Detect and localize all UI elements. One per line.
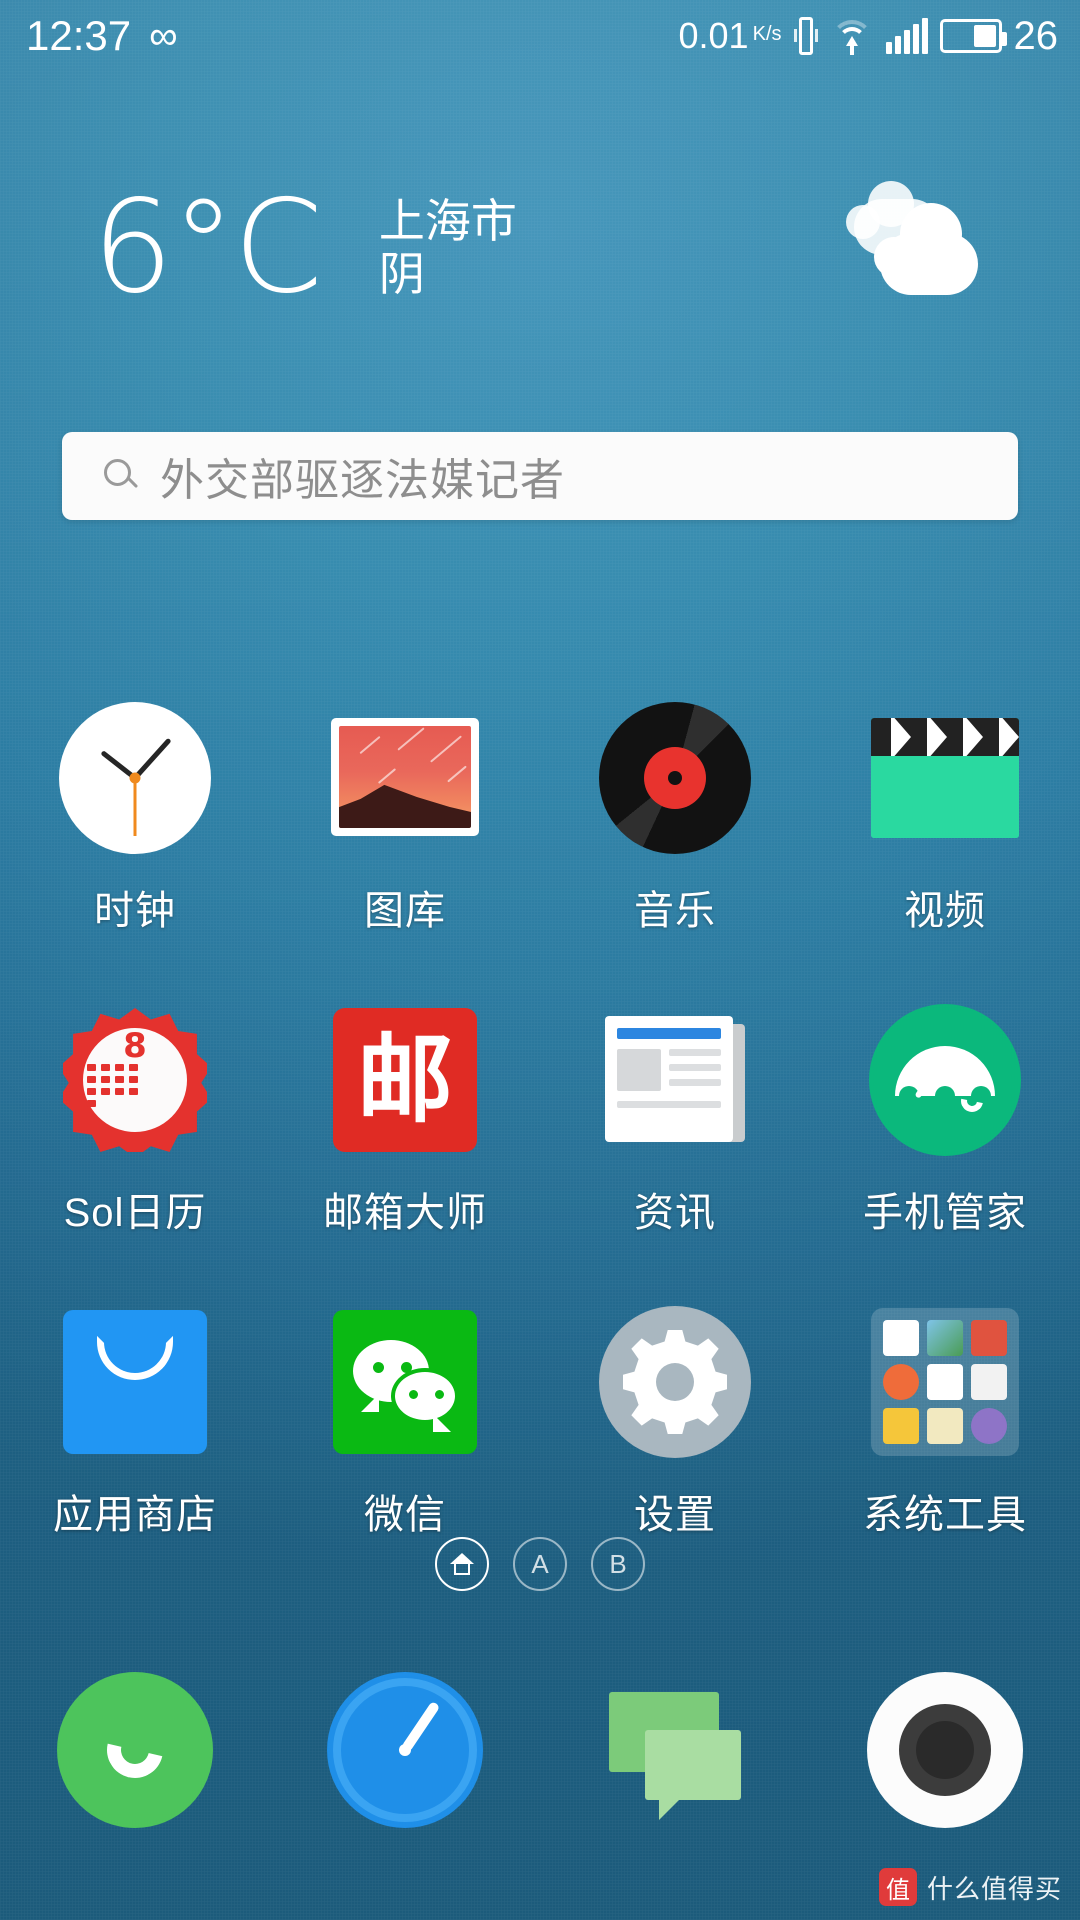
dock-item-camera[interactable] (810, 1672, 1080, 1828)
app-icon-wechat[interactable]: 微信 (270, 1304, 540, 1540)
calendar-badge-number: 8 (123, 1026, 147, 1066)
clock-icon (57, 700, 213, 856)
status-clock: 12:37 (26, 12, 132, 59)
messages-icon (597, 1672, 753, 1828)
search-bar[interactable]: 外交部驱逐法媒记者 (62, 432, 1018, 520)
weather-widget[interactable]: 6°C 上海市 阴 (0, 178, 1080, 318)
gallery-icon (327, 700, 483, 856)
app-label: 时钟 (94, 889, 176, 933)
watermark: 值 什么值得买 (878, 1868, 1062, 1906)
weather-temperature: 6°C (92, 173, 323, 322)
folder-mini-contacts-icon (883, 1364, 919, 1400)
folder-mini-calculator-icon (971, 1364, 1007, 1400)
page-indicator-a[interactable]: A (513, 1537, 567, 1591)
folder-mini-notes-icon (883, 1320, 919, 1356)
app-label: 邮箱大师 (323, 1191, 487, 1235)
app-icon-video[interactable]: 视频 (810, 700, 1080, 936)
folder-icon (867, 1304, 1023, 1460)
status-bar-right: 0.01 K/s 26 (679, 15, 1058, 57)
mail-icon-glyph: 邮 (357, 1023, 453, 1136)
status-bar: 12:37 ∞ 0.01 K/s 26 (0, 0, 1080, 72)
folder-mini-weather-icon (971, 1408, 1007, 1444)
vibrate-icon (793, 17, 818, 55)
network-speed-value: 0.01 (678, 15, 749, 56)
network-speed: 0.01 K/s (679, 15, 782, 57)
app-label: 微信 (364, 1493, 446, 1537)
weather-text: 上海市 阴 (379, 195, 517, 301)
wechat-icon (327, 1304, 483, 1460)
dock-item-phone[interactable] (0, 1672, 270, 1828)
cellular-signal-icon (885, 18, 928, 54)
app-icon-gallery[interactable]: 图库 (270, 700, 540, 936)
app-icon-system-tools-folder[interactable]: 系统工具 (810, 1304, 1080, 1540)
search-input[interactable]: 外交部驱逐法媒记者 (160, 444, 565, 508)
weather-city: 上海市 (378, 195, 517, 248)
status-bar-left: 12:37 ∞ (26, 15, 178, 57)
dock-item-browser[interactable] (270, 1672, 540, 1828)
app-label: 图库 (364, 889, 446, 933)
overcast-clouds-icon (846, 181, 982, 299)
folder-mini-gallery-icon (927, 1320, 963, 1356)
app-label: 资讯 (634, 1191, 716, 1235)
app-label: 手机管家 (863, 1191, 1027, 1235)
app-label: 音乐 (634, 889, 716, 933)
calendar-sunburst-icon: 8 (57, 1002, 213, 1158)
home-icon (450, 1553, 474, 1575)
app-label: 设置 (634, 1493, 716, 1537)
mail-icon: 邮 (327, 1002, 483, 1158)
app-icon-sol-calendar[interactable]: 8 Sol日历 (0, 1002, 270, 1238)
folder-mini-files-icon (883, 1408, 919, 1444)
network-speed-unit-num: K (752, 23, 766, 45)
folder-mini-calendar-icon (927, 1364, 963, 1400)
infinity-icon: ∞ (149, 14, 178, 58)
dock-item-messages[interactable] (540, 1672, 810, 1828)
page-indicator-home[interactable] (435, 1537, 489, 1591)
page-indicator-b[interactable]: B (591, 1537, 645, 1591)
music-vinyl-icon (597, 700, 753, 856)
app-grid: 时钟 图库 音乐 视频 8 Sol日历 邮 邮箱大师 资讯 手机管家 应用商店 … (0, 700, 1080, 1540)
app-icon-news[interactable]: 资讯 (540, 1002, 810, 1238)
folder-mini-toolbox-icon (971, 1320, 1007, 1356)
app-store-bag-icon (57, 1304, 213, 1460)
news-icon (597, 1002, 753, 1158)
phone-icon (57, 1672, 213, 1828)
weather-condition: 阴 (378, 248, 425, 300)
app-label: 应用商店 (53, 1493, 217, 1537)
wifi-icon (830, 18, 874, 55)
video-clapperboard-icon (867, 700, 1023, 856)
camera-icon (867, 1672, 1023, 1828)
app-icon-clock[interactable]: 时钟 (0, 700, 270, 936)
app-label: 视频 (904, 889, 986, 933)
app-label: 系统工具 (863, 1493, 1027, 1537)
watermark-text: 什么值得买 (926, 1873, 1062, 1904)
umbrella-security-icon (867, 1002, 1023, 1158)
network-speed-unit-den: s (771, 23, 782, 45)
watermark-badge: 值 (878, 1868, 917, 1906)
page-indicator: A B (0, 1537, 1080, 1591)
network-speed-unit: K/s (752, 23, 782, 45)
app-icon-music[interactable]: 音乐 (540, 700, 810, 936)
battery-icon (939, 19, 1007, 53)
search-icon (104, 459, 139, 493)
app-icon-security[interactable]: 手机管家 (810, 1002, 1080, 1238)
app-label: Sol日历 (63, 1191, 207, 1235)
app-icon-app-store[interactable]: 应用商店 (0, 1304, 270, 1540)
dock (0, 1672, 1080, 1828)
battery-percent: 26 (1013, 14, 1059, 58)
folder-mini-memo-icon (927, 1408, 963, 1444)
compass-browser-icon (327, 1672, 483, 1828)
gear-icon (597, 1304, 753, 1460)
app-icon-settings[interactable]: 设置 (540, 1304, 810, 1540)
app-icon-mail[interactable]: 邮 邮箱大师 (270, 1002, 540, 1238)
